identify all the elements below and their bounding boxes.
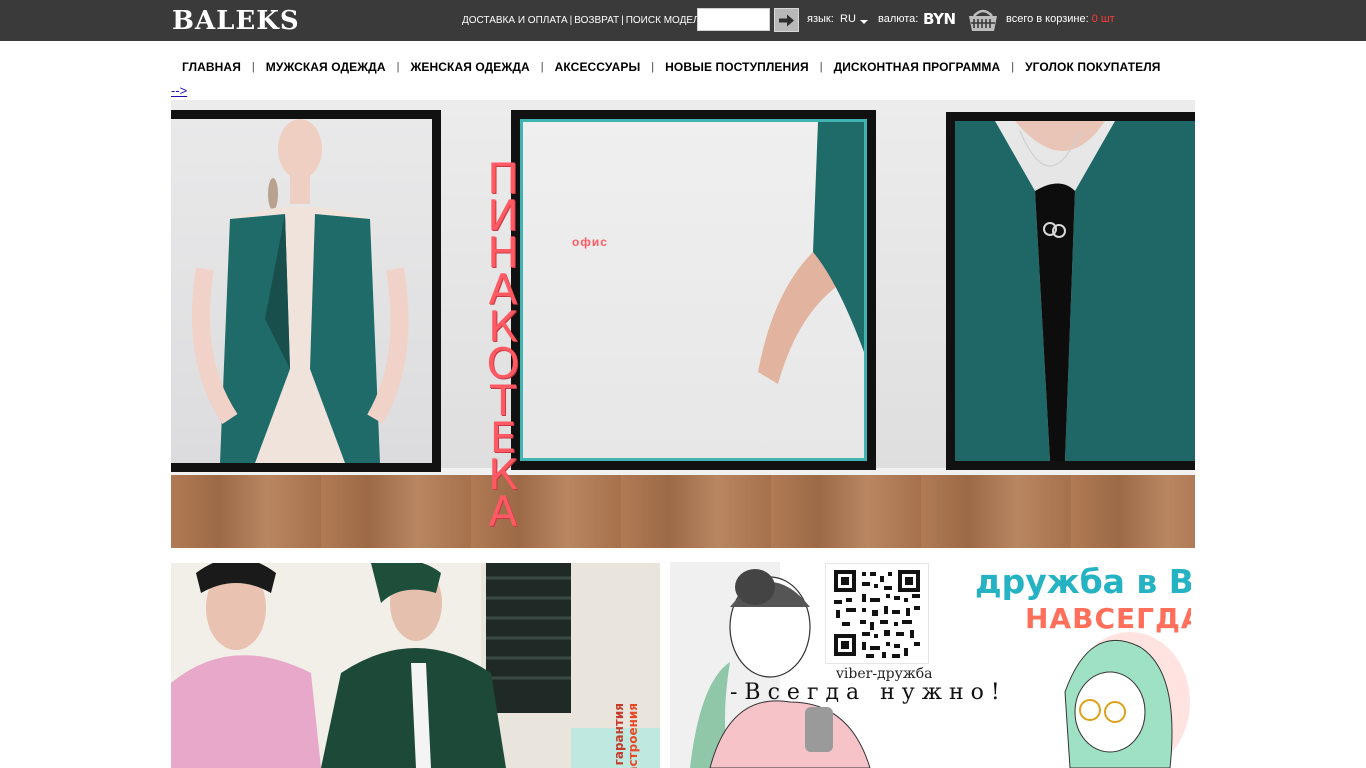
language-value: RU xyxy=(840,13,856,25)
top-link-separator: | xyxy=(621,15,624,26)
arrow-right-icon xyxy=(779,14,794,26)
qr-code[interactable] xyxy=(825,563,929,664)
currency-select[interactable]: BYN xyxy=(923,10,956,28)
wooden-floor xyxy=(171,475,1195,548)
cart-label: всего в корзине: xyxy=(1006,13,1089,25)
pinakoteka-vertical-title: П И Н А К О Т Е К А xyxy=(478,158,528,536)
nav-item-new-arrivals[interactable]: НОВЫЕ ПОСТУПЛЕНИЯ xyxy=(655,60,819,74)
nav-item-mens-clothing[interactable]: МУЖСКАЯ ОДЕЖДА xyxy=(256,60,396,74)
jacket-closeup-image xyxy=(955,121,1195,461)
nav-item-womens-clothing[interactable]: ЖЕНСКАЯ ОДЕЖДА xyxy=(400,60,539,74)
mannequins-jackets-image xyxy=(171,563,660,768)
side-text-guarantee: гарантия xyxy=(612,703,626,766)
title-letter: А xyxy=(488,487,518,536)
side-text-mood: настроения xyxy=(626,703,640,768)
picture-frame-right xyxy=(946,112,1195,470)
cart-count: 0 шт xyxy=(1091,13,1115,25)
promo-banner-jackets[interactable]: гарантия настроения xyxy=(171,563,660,768)
hero-banner[interactable]: П И Н А К О Т Е К А офис xyxy=(171,100,1195,548)
main-navigation: ГЛАВНАЯ | МУЖСКАЯ ОДЕЖДА | ЖЕНСКАЯ ОДЕЖД… xyxy=(172,59,1170,75)
delivery-payment-link[interactable]: ДОСТАВКА И ОПЛАТА xyxy=(462,15,568,26)
search-input[interactable] xyxy=(697,8,770,31)
nav-item-customer-corner[interactable]: УГОЛОК ПОКУПАТЕЛЯ xyxy=(1015,60,1170,74)
cart-summary[interactable]: всего в корзине: 0 шт xyxy=(1006,13,1115,25)
search-button[interactable] xyxy=(774,8,799,32)
picture-frame-center xyxy=(511,110,876,470)
office-label: офис xyxy=(572,235,608,249)
stray-link[interactable]: --> xyxy=(171,83,187,98)
nav-item-accessories[interactable]: АКСЕССУАРЫ xyxy=(545,60,651,74)
top-link-separator: | xyxy=(569,15,573,26)
return-link[interactable]: ВОЗВРАТ xyxy=(574,15,619,26)
nav-item-home[interactable]: ГЛАВНАЯ xyxy=(172,60,251,74)
language-label: язык: xyxy=(807,13,834,25)
always-needed-label: -Всегда нужно! xyxy=(730,680,1007,705)
vk-friendship-title: дружба в ВК xyxy=(975,562,1191,601)
arm-image xyxy=(758,122,864,384)
chevron-down-icon xyxy=(859,19,868,24)
site-logo[interactable]: BALEKS xyxy=(172,6,300,36)
mannequin-vest-image xyxy=(191,119,409,463)
picture-frame-left xyxy=(171,110,441,472)
nav-item-discount-program[interactable]: ДИСКОНТНАЯ ПРОГРАММА xyxy=(824,60,1011,74)
language-select[interactable]: RU xyxy=(840,13,868,25)
top-bar: BALEKS ДОСТАВКА И ОПЛАТА | ВОЗВРАТ | ПОИСК М… xyxy=(0,0,1366,41)
promo-banner-vk-friendship[interactable]: viber-дружба -Всегда нужно! дружба в ВК … xyxy=(670,562,1191,768)
basket-icon[interactable] xyxy=(967,5,999,33)
currency-label: валюта: xyxy=(878,13,919,25)
forever-subtitle: НАВСЕГДА! xyxy=(1025,602,1191,635)
top-links: ДОСТАВКА И ОПЛАТА | ВОЗВРАТ | ПОИСК МОДЕЛЕЙ: xyxy=(462,15,716,27)
